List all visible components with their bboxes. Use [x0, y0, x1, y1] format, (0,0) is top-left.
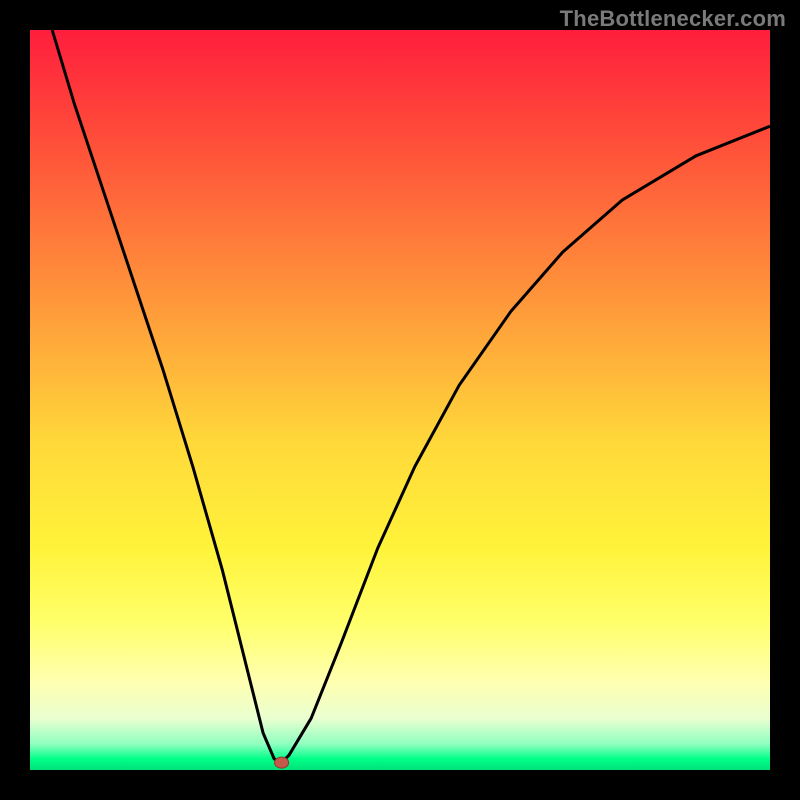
bottleneck-curve	[52, 30, 770, 763]
chart-svg	[30, 30, 770, 770]
plot-area	[30, 30, 770, 770]
optimal-point-marker	[275, 757, 289, 768]
chart-frame: TheBottlenecker.com	[0, 0, 800, 800]
watermark-text: TheBottlenecker.com	[560, 6, 786, 32]
